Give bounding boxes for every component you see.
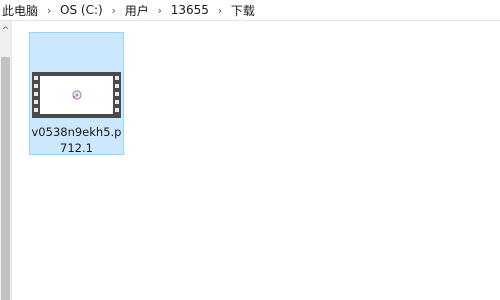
file-name: v0538n9ekh5.p712.1: [31, 125, 122, 155]
scrollbar-thumb[interactable]: [1, 57, 10, 300]
breadcrumb-item-this-pc[interactable]: 此电脑: [1, 2, 39, 19]
breadcrumb: 此电脑 › OS (C:) › 用户 › 13655 › 下载: [0, 0, 500, 21]
file-item[interactable]: v0538n9ekh5.p712.1: [29, 32, 124, 155]
breadcrumb-item-user[interactable]: 13655: [170, 3, 210, 17]
breadcrumb-item-users[interactable]: 用户: [124, 2, 150, 19]
breadcrumb-item-downloads[interactable]: 下载: [230, 2, 256, 19]
chevron-right-icon[interactable]: ›: [210, 4, 230, 17]
breadcrumb-item-drive[interactable]: OS (C:): [59, 3, 104, 17]
video-file-icon: [32, 72, 121, 118]
navigation-pane-scrollbar[interactable]: ^: [0, 21, 12, 300]
scroll-up-arrow-icon[interactable]: ^: [0, 24, 11, 38]
chevron-right-icon[interactable]: ›: [104, 4, 124, 17]
chevron-right-icon[interactable]: ›: [150, 4, 170, 17]
chevron-right-icon[interactable]: ›: [39, 4, 59, 17]
